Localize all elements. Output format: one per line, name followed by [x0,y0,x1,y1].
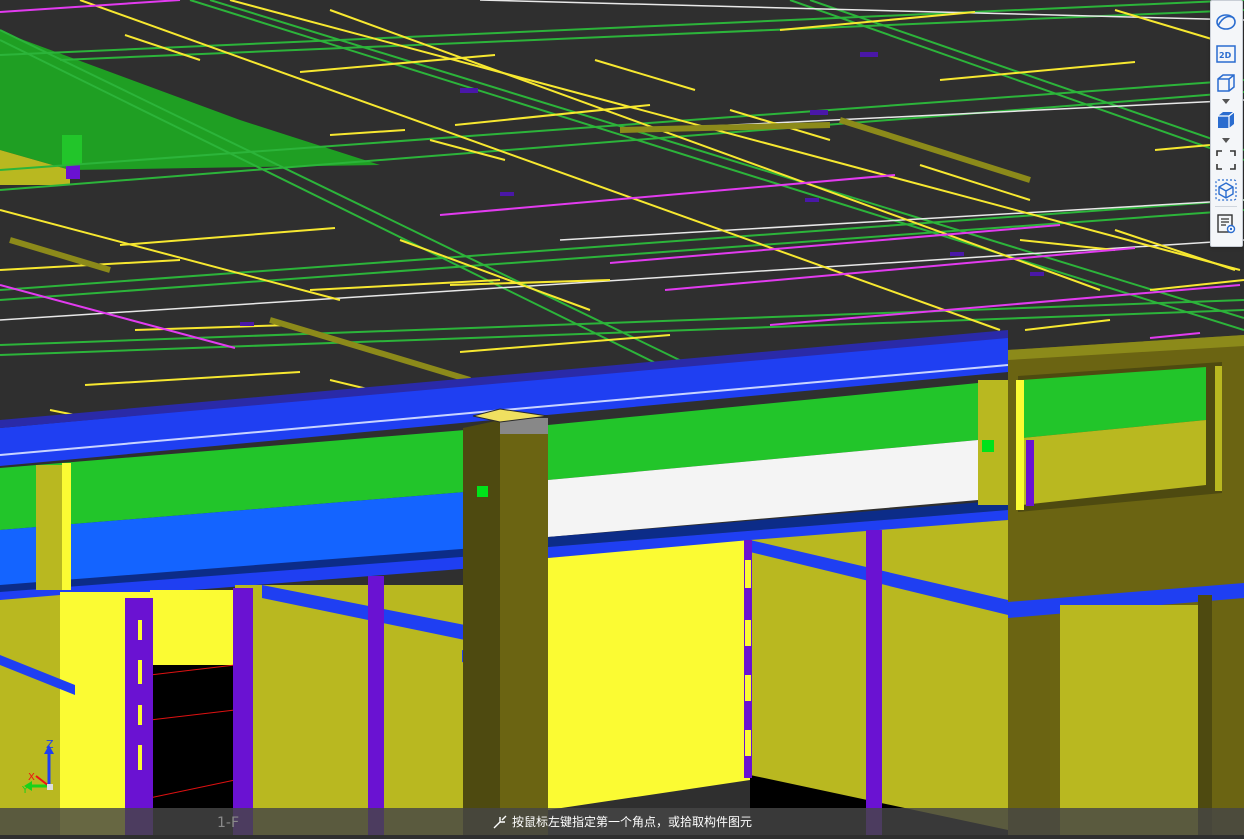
axis-y-label: Y [22,785,29,794]
dynamic-observe-icon[interactable] [1214,10,1238,34]
axis-x-label: X [28,772,35,783]
select-corner-icon [492,814,508,830]
status-prompt: 按鼠标左键指定第一个角点，或拾取构件图元 [512,815,753,829]
svg-text:2D: 2D [1219,51,1232,60]
toolbar-divider [1215,206,1237,207]
properties-view-icon[interactable] [1214,212,1238,236]
component-cube-icon[interactable] [1214,178,1238,202]
view-toolbar: 2D [1210,0,1243,247]
axis-z-label: Z [46,738,54,751]
view-3d-icon[interactable] [1214,71,1238,95]
model-scene[interactable] [0,0,1244,835]
view-2d-icon[interactable]: 2D [1214,42,1238,66]
status-bar: 1-F 按鼠标左键指定第一个角点，或拾取构件图元 [0,808,1244,835]
3d-viewport[interactable] [0,0,1244,835]
chevron-down-icon[interactable] [1221,136,1231,144]
chevron-down-icon[interactable] [1221,97,1231,105]
axis-indicator: Z X Y [21,738,62,796]
floor-label: 1-F [217,815,240,831]
display-mode-icon[interactable] [1214,108,1238,132]
fullscreen-icon[interactable] [1214,148,1238,172]
